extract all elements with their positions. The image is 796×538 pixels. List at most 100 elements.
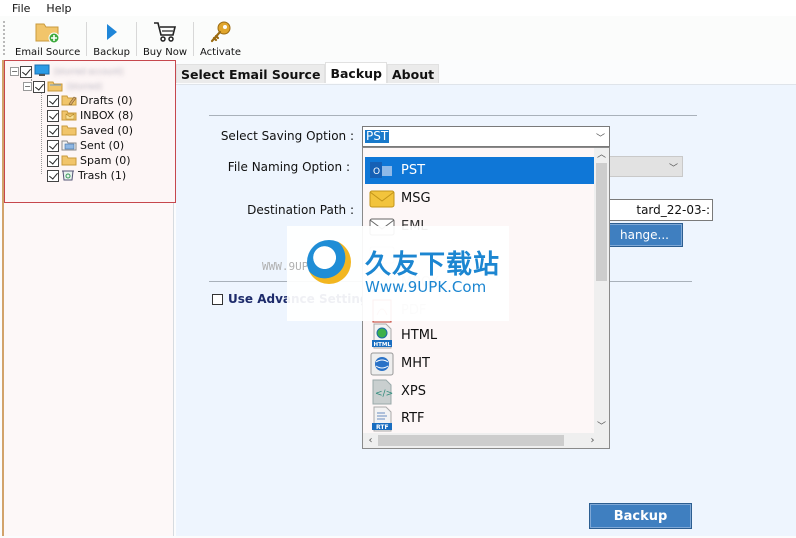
menu-file[interactable]: File	[12, 2, 30, 15]
watermark-overlay: WWW.9UPK.COM 久友下载站 Www.9UPK.Com	[262, 226, 509, 321]
play-arrow-icon	[105, 20, 119, 44]
tab-bar: Select Email Source Backup About	[176, 62, 440, 84]
activate-button[interactable]: Activate	[196, 16, 245, 60]
watermark-url: Www.9UPK.Com	[365, 278, 487, 296]
file-naming-label: File Naming Option :	[227, 160, 350, 174]
watermark-title: 久友下载站	[365, 250, 501, 280]
option-pst[interactable]: O PST	[365, 157, 594, 184]
watermark-logo-icon	[307, 240, 351, 284]
divider	[209, 115, 697, 116]
tree-folder-saved[interactable]: Saved (0)	[47, 123, 133, 138]
trash-checkbox[interactable]	[47, 169, 59, 182]
email-source-label: Email Source	[15, 47, 81, 58]
scroll-right-arrow-icon[interactable]: ›	[585, 433, 600, 448]
svg-text:RTF: RTF	[376, 424, 389, 431]
tab-select-email-source[interactable]: Select Email Source	[176, 64, 326, 83]
chevron-down-icon: ﹀	[668, 164, 678, 174]
root-checkbox[interactable]	[20, 65, 32, 78]
tree-folder-inbox[interactable]: INBOX (8)	[47, 108, 133, 123]
option-xps[interactable]: </> XPS	[365, 378, 594, 405]
inbox-label: INBOX (8)	[80, 109, 134, 122]
saving-option-label: Select Saving Option :	[220, 129, 354, 143]
outlook-pst-icon: O	[369, 159, 395, 183]
app-window: File Help Email Source Backup Buy Now Ac…	[0, 0, 796, 538]
saved-checkbox[interactable]	[47, 124, 59, 137]
folder-tree: − [blurred account] − [blurred] Drafts (…	[4, 60, 176, 203]
menu-help[interactable]: Help	[46, 2, 71, 15]
saving-option-value: PST	[365, 129, 390, 143]
rtf-icon: RTF	[369, 406, 395, 431]
destination-path-label: Destination Path :	[247, 203, 354, 217]
activate-label: Activate	[200, 47, 241, 58]
option-html[interactable]: HTML HTML	[365, 322, 594, 349]
saving-option-select[interactable]: PST ﹀	[362, 126, 610, 147]
computer-icon	[34, 64, 50, 80]
drafts-label: Drafts (0)	[80, 94, 133, 107]
account-label: [blurred]	[67, 82, 102, 91]
sent-folder-icon	[61, 138, 77, 154]
xps-icon: </>	[369, 379, 395, 404]
advance-settings-checkbox[interactable]	[212, 293, 223, 305]
spam-checkbox[interactable]	[47, 154, 59, 167]
tab-backup[interactable]: Backup	[325, 62, 387, 83]
folder-tree-panel: − [blurred account] − [blurred] Drafts (…	[2, 60, 176, 536]
tree-folder-sent[interactable]: Sent (0)	[47, 138, 124, 153]
destination-path-input[interactable]: tard_22-03-:	[606, 199, 713, 221]
toolbar: Email Source Backup Buy Now Activate	[0, 16, 796, 60]
trash-label: Trash (1)	[78, 169, 127, 182]
tree-folder-drafts[interactable]: Drafts (0)	[47, 93, 133, 108]
option-label: XPS	[401, 384, 426, 399]
tree-folder-trash[interactable]: Trash (1)	[47, 168, 126, 183]
toolbar-divider	[193, 22, 195, 56]
svg-text:HTML: HTML	[374, 342, 392, 348]
inbox-folder-icon	[61, 108, 77, 124]
toolbar-grip	[3, 21, 5, 55]
collapse-toggle[interactable]: −	[23, 82, 32, 91]
buy-now-button[interactable]: Buy Now	[139, 16, 191, 60]
spam-label: Spam (0)	[80, 154, 131, 167]
scrollbar-thumb[interactable]	[596, 163, 607, 281]
scrollbar-thumb[interactable]	[378, 435, 564, 446]
svg-text:O: O	[373, 167, 380, 177]
option-label: MHT	[401, 356, 430, 371]
backup-toolbar-label: Backup	[93, 47, 130, 58]
drafts-checkbox[interactable]	[47, 94, 59, 107]
trash-icon	[61, 168, 75, 184]
folder-icon	[61, 153, 77, 169]
tree-root-node[interactable]: − [blurred account]	[10, 64, 123, 79]
cart-icon	[152, 20, 178, 44]
scroll-up-arrow-icon[interactable]: ︿	[594, 148, 609, 162]
file-naming-select[interactable]: ﹀	[606, 156, 683, 177]
backup-toolbar-button[interactable]: Backup	[89, 16, 134, 60]
change-path-button[interactable]: hange...	[606, 223, 683, 247]
scroll-down-arrow-icon[interactable]: ﹀	[594, 420, 609, 434]
chevron-down-icon: ﹀	[595, 134, 605, 144]
saved-label: Saved (0)	[80, 124, 134, 137]
dropdown-vertical-scrollbar[interactable]: ︿ ﹀	[594, 148, 609, 434]
scroll-left-arrow-icon[interactable]: ‹	[363, 433, 378, 448]
toolbar-divider	[135, 22, 137, 56]
drafts-folder-icon	[61, 93, 77, 109]
option-mht[interactable]: MHT	[365, 350, 594, 377]
sent-checkbox[interactable]	[47, 139, 59, 152]
buy-now-label: Buy Now	[142, 47, 188, 58]
option-msg[interactable]: MSG	[365, 185, 594, 212]
inbox-checkbox[interactable]	[47, 109, 59, 122]
menu-bar: File Help	[0, 0, 796, 16]
dropdown-horizontal-scrollbar[interactable]: ‹ ›	[363, 433, 609, 448]
folder-add-icon	[34, 20, 62, 44]
tree-folder-spam[interactable]: Spam (0)	[47, 153, 131, 168]
option-label: HTML	[401, 328, 438, 343]
collapse-toggle[interactable]: −	[10, 67, 19, 76]
tab-about[interactable]: About	[387, 64, 440, 83]
sent-label: Sent (0)	[80, 139, 125, 152]
key-icon	[209, 20, 233, 44]
option-rtf[interactable]: RTF RTF	[365, 405, 594, 432]
account-checkbox[interactable]	[33, 80, 45, 93]
folder-icon	[61, 123, 77, 139]
toolbar-divider	[86, 22, 88, 56]
backup-button[interactable]: Backup	[589, 503, 692, 529]
html-icon: HTML	[369, 323, 395, 348]
email-source-button[interactable]: Email Source	[11, 16, 84, 60]
root-label: [blurred account]	[54, 67, 124, 76]
